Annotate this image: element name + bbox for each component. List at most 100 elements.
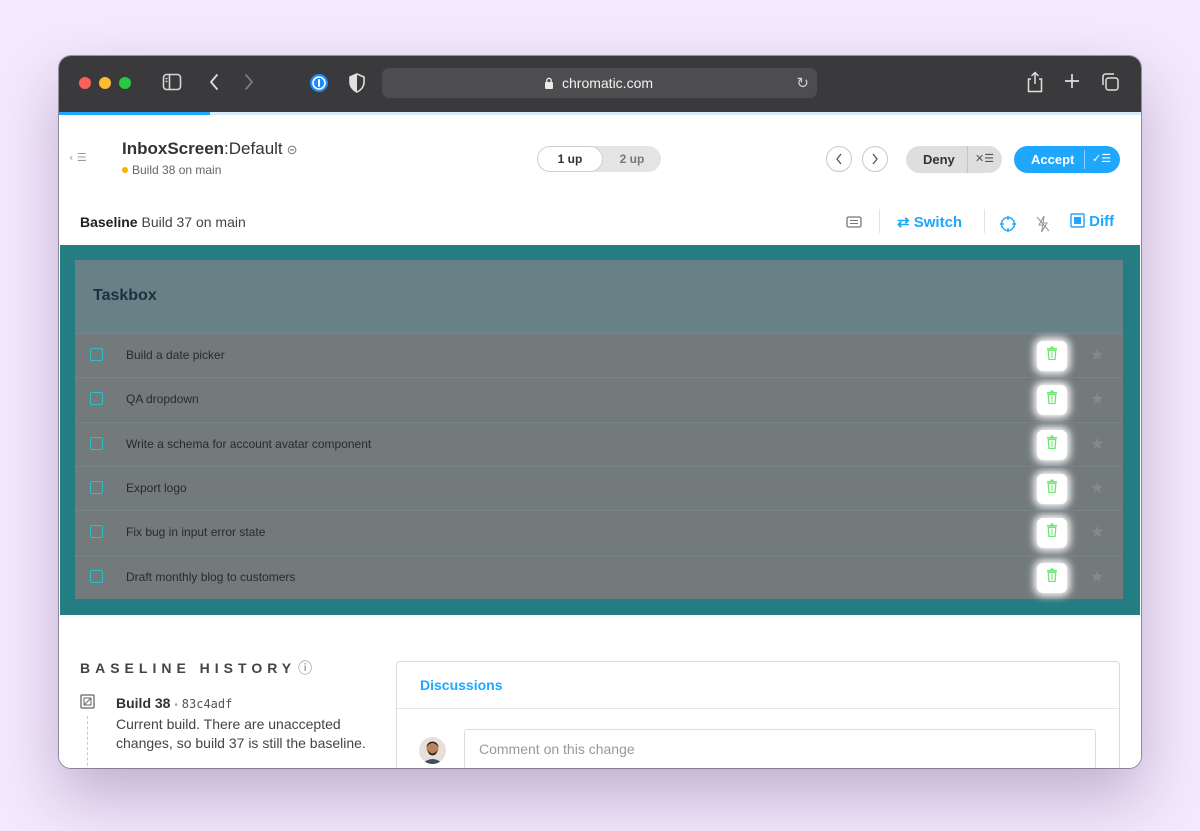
forward-icon[interactable] [243, 72, 255, 96]
history-timeline [87, 716, 88, 768]
previous-change-button[interactable] [826, 146, 852, 172]
star-icon[interactable]: ★ [1090, 345, 1104, 364]
task-checkbox[interactable] [90, 436, 103, 450]
star-icon[interactable]: ★ [1090, 567, 1104, 586]
bullet-separator: • [174, 700, 178, 711]
discussions-title: Discussions [420, 677, 503, 693]
baseline-history-heading: BASELINE HISTORY ⓘ [80, 658, 312, 678]
back-icon[interactable] [208, 72, 220, 96]
component-list-icon[interactable]: ‹ ☰ [69, 151, 87, 164]
switch-label: Switch [913, 214, 963, 231]
task-row[interactable]: Draft monthly blog to customers ★ [75, 554, 1123, 599]
accept-batch-icon[interactable]: ✓☰ [1092, 152, 1111, 165]
taskbox-header: Taskbox [75, 260, 1123, 333]
trash-icon[interactable] [1037, 429, 1067, 460]
view-mode-toggle: 1 up 2 up [537, 146, 661, 172]
accept-label: Accept [1031, 152, 1075, 167]
task-title: QA dropdown [126, 392, 199, 407]
task-checkbox[interactable] [90, 480, 103, 494]
story-title: InboxScreen:Default ⊝ [122, 139, 298, 159]
view-1up-button[interactable]: 1 up [538, 147, 602, 171]
star-icon[interactable]: ★ [1090, 434, 1104, 453]
deny-divider [967, 146, 968, 173]
history-build: Build 38 • 83c4adf [116, 695, 232, 711]
deny-batch-icon[interactable]: ✕☰ [975, 152, 994, 165]
snapshot-diff-frame[interactable]: Taskbox Build a date picker ★ QA dropdown ★… [60, 245, 1140, 615]
trash-icon[interactable] [1037, 341, 1067, 371]
task-row[interactable]: Build a date picker ★ [75, 333, 1123, 377]
minimize-window-button[interactable] [99, 77, 111, 89]
trash-icon[interactable] [1037, 518, 1067, 549]
task-title: Draft monthly blog to customers [126, 569, 296, 584]
accept-button[interactable]: Accept ✓☰ [1014, 146, 1120, 173]
commit-sha[interactable]: 83c4adf [182, 697, 233, 711]
strobe-off-icon[interactable] [1036, 215, 1050, 237]
discussions-panel: Discussions Comment on this change [396, 661, 1120, 768]
star-icon[interactable]: ★ [1090, 389, 1104, 408]
component-name: InboxScreen [122, 139, 225, 158]
diff-icon [1070, 213, 1089, 230]
avatar [419, 737, 446, 764]
build-status-text: Build 38 on main [132, 163, 222, 177]
baseline-history-title: BASELINE HISTORY [80, 660, 297, 676]
switch-icon: ⇄ [897, 214, 914, 231]
task-row[interactable]: Fix bug in input error state ★ [75, 510, 1123, 555]
star-icon[interactable]: ★ [1090, 478, 1104, 497]
discussions-header: Discussions [397, 662, 1119, 709]
sidebar-icon[interactable] [162, 73, 182, 95]
build-snapshot-icon [80, 694, 95, 713]
history-build-number[interactable]: Build 38 [116, 695, 170, 711]
task-title: Build a date picker [126, 348, 225, 362]
toolbar-divider [879, 209, 880, 233]
diff-label: Diff [1089, 213, 1115, 230]
crosshair-icon[interactable] [1000, 216, 1016, 236]
snapshot-canvas: Taskbox Build a date picker ★ QA dropdown ★… [75, 260, 1123, 599]
comment-input[interactable]: Comment on this change [464, 729, 1096, 768]
reload-icon[interactable]: ↻ [796, 74, 809, 92]
help-icon[interactable]: ⓘ [298, 660, 312, 676]
lock-icon [544, 76, 554, 92]
deny-label: Deny [923, 152, 955, 167]
baseline-value: Build 37 on main [141, 214, 246, 230]
task-title: Export logo [126, 480, 187, 495]
status-dot [122, 167, 128, 173]
comment-placeholder: Comment on this change [479, 741, 635, 757]
star-icon[interactable]: ★ [1090, 522, 1104, 541]
close-window-button[interactable] [79, 77, 91, 89]
switch-button[interactable]: ⇄ Switch [897, 213, 962, 231]
task-checkbox[interactable] [90, 569, 103, 583]
shield-icon[interactable] [349, 73, 365, 97]
accept-divider [1084, 150, 1085, 169]
history-description: Current build. There are unaccepted chan… [116, 716, 366, 751]
arrow-right-circle-icon[interactable]: ⊝ [287, 142, 298, 157]
taskbox-title: Taskbox [93, 287, 157, 304]
password-manager-icon[interactable] [309, 73, 329, 97]
trash-icon[interactable] [1037, 385, 1067, 416]
browser-toolbar: chromatic.com ↻ [59, 56, 1141, 113]
task-checkbox[interactable] [90, 525, 103, 539]
share-icon[interactable] [1026, 71, 1044, 97]
baseline-label: Baseline [80, 214, 138, 230]
zoom-window-button[interactable] [119, 77, 131, 89]
task-title: Write a schema for account avatar compon… [126, 436, 372, 451]
trash-icon[interactable] [1037, 473, 1067, 504]
comment-icon[interactable] [846, 216, 862, 234]
diff-toggle-button[interactable]: Diff [1070, 213, 1114, 230]
deny-button[interactable]: Deny ✕☰ [906, 146, 1002, 173]
next-change-button[interactable] [862, 146, 888, 172]
task-checkbox[interactable] [90, 392, 103, 406]
address-bar[interactable]: chromatic.com ↻ [382, 68, 817, 98]
baseline-info: Baseline Build 37 on main [80, 214, 246, 230]
url-text: chromatic.com [562, 75, 654, 91]
task-title: Fix bug in input error state [126, 525, 266, 540]
task-row[interactable]: QA dropdown ★ [75, 377, 1123, 422]
new-tab-icon[interactable] [1063, 72, 1081, 94]
toolbar-divider [984, 209, 985, 233]
tabs-icon[interactable] [1100, 72, 1120, 96]
task-row[interactable]: Write a schema for account avatar compon… [75, 421, 1123, 466]
view-2up-button[interactable]: 2 up [603, 147, 661, 171]
build-status: Build 38 on main [122, 163, 221, 177]
trash-icon[interactable] [1037, 562, 1067, 593]
task-checkbox[interactable] [90, 348, 103, 361]
task-row[interactable]: Export logo ★ [75, 465, 1123, 510]
